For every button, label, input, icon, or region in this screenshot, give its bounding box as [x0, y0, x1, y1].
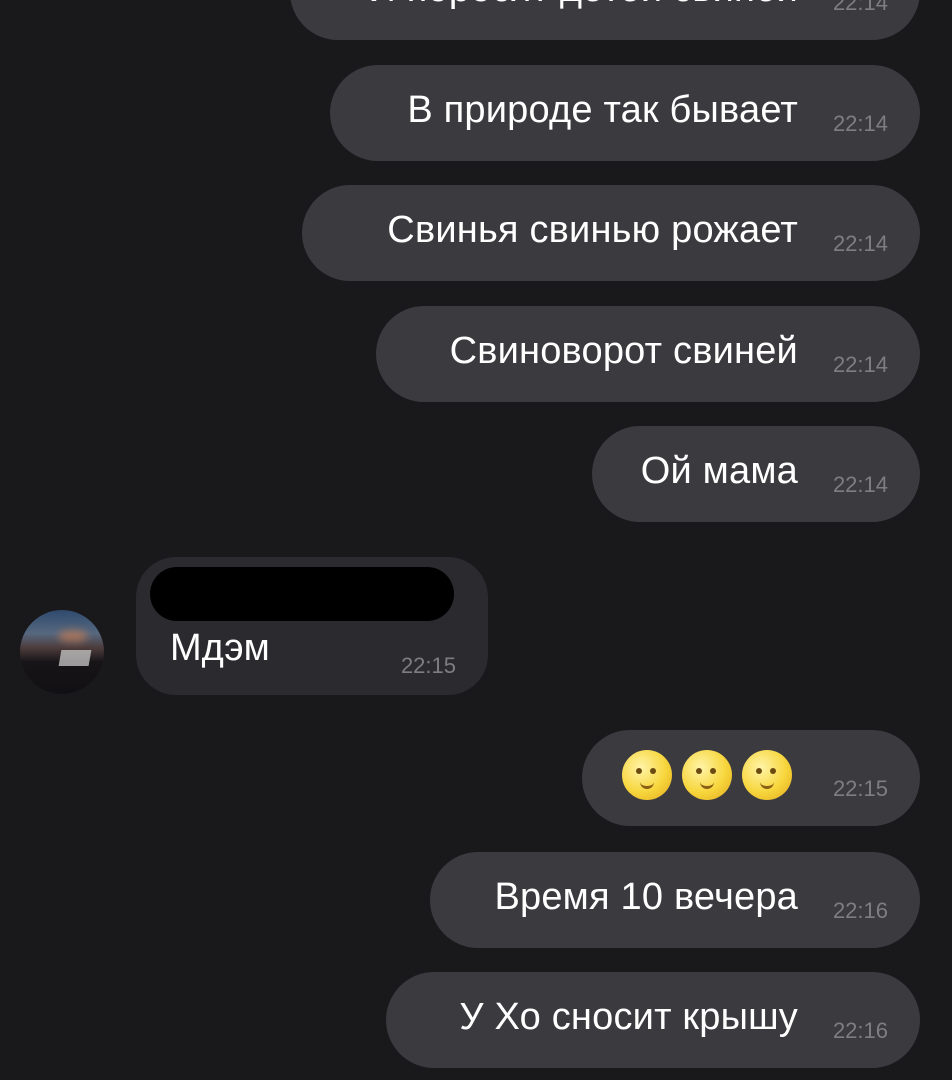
message-time: 22:14 — [832, 111, 888, 136]
message-bubble-incoming[interactable]: Мдэм 22:15 — [136, 557, 488, 695]
message-time: 22:14 — [832, 352, 888, 377]
redacted-sender-name — [150, 567, 454, 621]
message-bubble-outgoing[interactable]: У Хо сносит крышу 22:16 — [386, 972, 920, 1068]
message-bubble-outgoing[interactable]: 🌝 🌝 🌝 22:15 — [582, 730, 920, 826]
message-text: И поросят детей свиней — [369, 0, 799, 11]
message-time: 22:14 — [832, 472, 888, 497]
message-bubble-outgoing[interactable]: В природе так бывает 22:14 — [330, 65, 920, 161]
message-text: Свиноворот свиней — [449, 329, 798, 372]
message-text: В природе так бывает — [407, 88, 798, 131]
message-bubble-outgoing[interactable]: Время 10 вечера 22:16 — [430, 852, 920, 948]
message-text: У Хо сносит крышу — [459, 995, 798, 1038]
message-bubble-outgoing[interactable]: Свиноворот свиней 22:14 — [376, 306, 920, 402]
avatar-photo-figure — [58, 650, 92, 666]
avatar-photo-sky — [58, 630, 88, 642]
message-time: 22:16 — [832, 898, 888, 923]
sender-avatar[interactable] — [20, 610, 104, 694]
message-time: 22:15 — [400, 653, 456, 678]
full-moon-face-icon: 🌝 — [622, 750, 672, 800]
message-bubble-outgoing[interactable]: Ой мама 22:14 — [592, 426, 920, 522]
chat-message-list[interactable]: И поросят детей свиней 22:14 В природе т… — [0, 0, 952, 1080]
message-time: 22:14 — [832, 231, 888, 256]
full-moon-face-icon: 🌝 — [742, 750, 792, 800]
message-bubble-outgoing[interactable]: И поросят детей свиней 22:14 — [290, 0, 920, 40]
message-text: Мдэм — [170, 627, 270, 669]
message-time: 22:14 — [832, 0, 888, 15]
full-moon-face-icon: 🌝 — [682, 750, 732, 800]
message-text: Свинья свинью рожает — [387, 208, 798, 251]
message-bubble-outgoing[interactable]: Свинья свинью рожает 22:14 — [302, 185, 920, 281]
emoji-row: 🌝 🌝 🌝 — [622, 750, 792, 800]
message-text: Время 10 вечера — [494, 875, 798, 918]
message-time: 22:16 — [832, 1018, 888, 1043]
message-time: 22:15 — [832, 776, 888, 801]
message-text: Ой мама — [640, 449, 798, 492]
